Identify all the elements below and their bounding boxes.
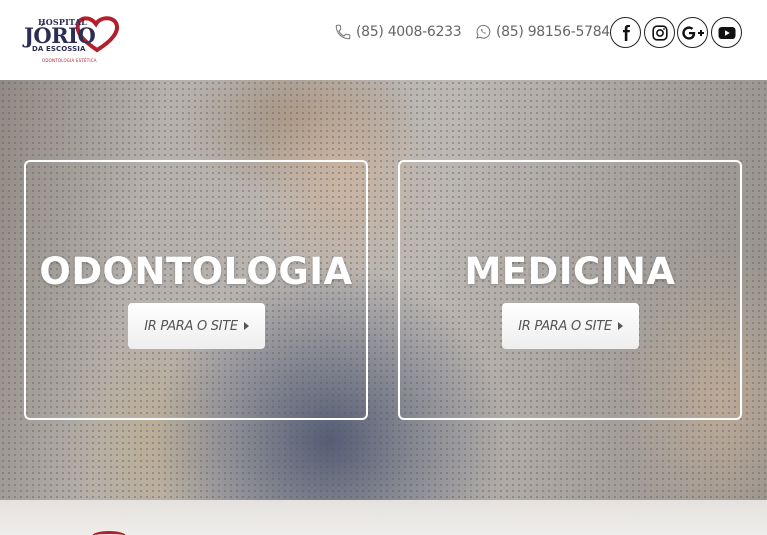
odontologia-site-button[interactable]: IR PARA O SITE <box>128 303 265 349</box>
card-medicina[interactable]: MEDICINA IR PARA O SITE <box>398 160 742 420</box>
hospital-logo[interactable]: HOSPITAL JÓRIO DA ESCOSSIA ODONTOLOGIA E… <box>22 14 122 66</box>
footer-strip <box>0 500 767 535</box>
facebook-icon <box>622 24 630 41</box>
caret-right-icon <box>617 322 623 330</box>
logo-line-escossia: DA ESCOSSIA <box>32 45 86 53</box>
site-header: HOSPITAL JÓRIO DA ESCOSSIA ODONTOLOGIA E… <box>0 0 767 80</box>
google-plus-button[interactable] <box>677 17 708 48</box>
hero-banner: ODONTOLOGIA IR PARA O SITE MEDICINA IR P… <box>0 80 767 500</box>
youtube-button[interactable] <box>711 17 742 48</box>
logo-tagline: ODONTOLOGIA ESTÉTICA <box>42 58 97 63</box>
phone-number: (85) 4008-6233 <box>356 24 462 40</box>
whatsapp-link[interactable]: (85) 98156-5784 <box>473 22 610 42</box>
card-odontologia[interactable]: ODONTOLOGIA IR PARA O SITE <box>24 160 368 420</box>
instagram-icon <box>651 24 668 41</box>
card-title-odontologia: ODONTOLOGIA <box>39 250 353 293</box>
youtube-icon <box>718 26 735 39</box>
card-title-medicina: MEDICINA <box>464 250 676 293</box>
google-plus-icon <box>681 25 704 40</box>
whatsapp-icon <box>473 22 493 42</box>
phone-icon <box>333 22 353 42</box>
button-label: IR PARA O SITE <box>144 318 238 334</box>
whatsapp-number: (85) 98156-5784 <box>496 24 610 40</box>
phone-link[interactable]: (85) 4008-6233 <box>333 22 462 42</box>
medicina-site-button[interactable]: IR PARA O SITE <box>502 303 639 349</box>
logo-partial-icon <box>92 531 126 535</box>
facebook-button[interactable] <box>610 17 641 48</box>
instagram-button[interactable] <box>644 17 675 48</box>
caret-right-icon <box>243 322 249 330</box>
button-label: IR PARA O SITE <box>518 318 612 334</box>
